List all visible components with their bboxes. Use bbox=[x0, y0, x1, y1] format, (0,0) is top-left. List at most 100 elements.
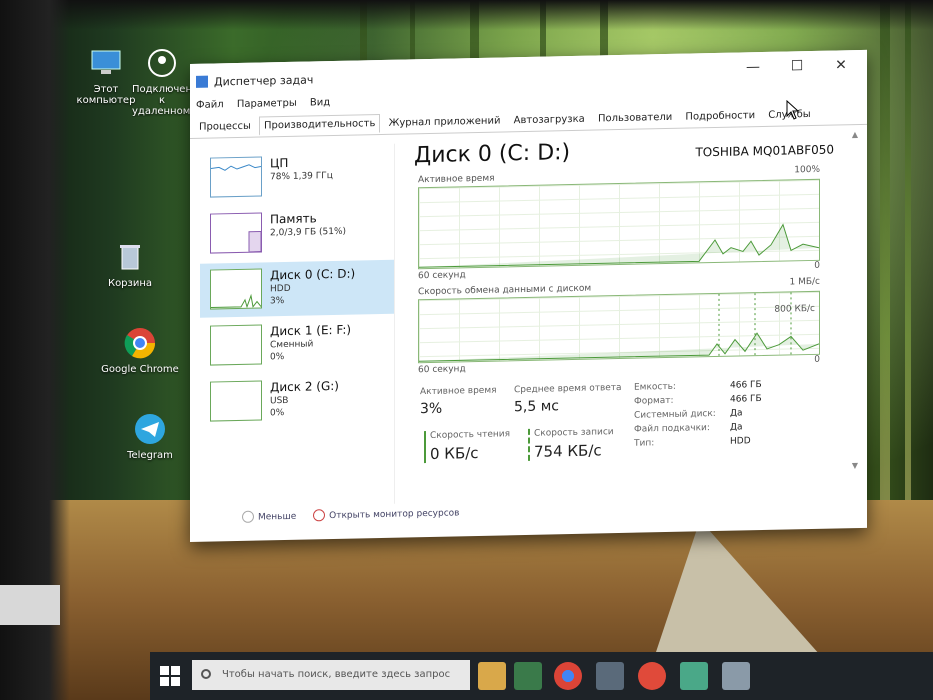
property-key: Тип: bbox=[634, 438, 655, 449]
task-manager-app-icon bbox=[196, 75, 208, 88]
tab-app-history[interactable]: Журнал приложений bbox=[384, 111, 506, 133]
read-speed-label: Скорость чтения bbox=[430, 429, 511, 441]
chrome-taskbar-icon[interactable] bbox=[554, 662, 582, 690]
transfer-rate-graph-max: 1 МБ/с bbox=[789, 276, 820, 288]
app-taskbar-icon[interactable] bbox=[722, 662, 750, 690]
chevron-up-icon[interactable]: ▲ bbox=[851, 130, 859, 139]
disk-model: TOSHIBA MQ01ABF050 bbox=[695, 142, 834, 160]
tab-processes[interactable]: Процессы bbox=[194, 117, 256, 137]
resource-item-disk-1[interactable]: Диск 1 (E: F:) Сменный 0% bbox=[200, 316, 394, 374]
desktop-icon-label: Telegram bbox=[127, 450, 173, 461]
read-speed-value: 0 КБ/с bbox=[430, 443, 479, 463]
active-time-value: 3% bbox=[420, 400, 443, 418]
resource-usage: 78% 1,39 ГГц bbox=[270, 171, 333, 183]
property-value: 466 ГБ bbox=[730, 380, 762, 391]
open-resource-monitor-link[interactable]: Открыть монитор ресурсов bbox=[313, 507, 460, 522]
disk-detail-panel: Диск 0 (C: D:) TOSHIBA MQ01ABF050 Активн… bbox=[414, 135, 834, 504]
property-value: HDD bbox=[730, 436, 751, 447]
property-key: Емкость: bbox=[634, 381, 676, 393]
computer-icon bbox=[89, 46, 123, 80]
search-placeholder: Чтобы начать поиск, введите здесь запрос bbox=[222, 669, 451, 680]
start-button[interactable] bbox=[160, 666, 180, 686]
mail-icon[interactable] bbox=[680, 662, 708, 690]
desktop-icon-label: Подключение к удаленному bbox=[132, 84, 192, 117]
desktop-icon-label: Этот компьютер bbox=[76, 84, 136, 106]
resource-name: Диск 0 (C: D:) bbox=[270, 266, 356, 283]
resource-monitor-icon bbox=[313, 509, 326, 522]
resource-type: HDD bbox=[270, 283, 291, 295]
resource-name: Диск 2 (G:) bbox=[270, 378, 339, 395]
active-time-min: 0 bbox=[814, 260, 820, 271]
resource-item-memory[interactable]: Память 2,0/3,9 ГБ (51%) bbox=[200, 204, 394, 262]
resource-usage: 3% bbox=[270, 296, 285, 307]
desktop-icon-remote[interactable]: Подключение к удаленному bbox=[132, 46, 192, 117]
resource-usage: 0% bbox=[270, 408, 285, 419]
avg-response-value: 5,5 мс bbox=[514, 398, 559, 416]
desktop-icon-telegram[interactable]: Telegram bbox=[110, 412, 190, 461]
active-time-graph-max: 100% bbox=[794, 164, 820, 176]
resource-type: Сменный bbox=[270, 339, 314, 351]
task-manager-window: Диспетчер задач — ☐ ✕ Файл Параметры Вид… bbox=[190, 49, 867, 542]
chevron-up-circle-icon bbox=[242, 510, 254, 523]
memory-thumbnail-graph bbox=[210, 212, 262, 254]
resource-item-cpu[interactable]: ЦП 78% 1,39 ГГц bbox=[200, 148, 394, 206]
property-key: Формат: bbox=[634, 395, 674, 407]
disk-title: Диск 0 (C: D:) bbox=[414, 140, 571, 169]
desktop-icon-label: Корзина bbox=[107, 278, 153, 289]
tab-users[interactable]: Пользователи bbox=[593, 108, 677, 129]
transfer-rate-graph: 800 КБ/с bbox=[418, 290, 820, 364]
store-icon[interactable] bbox=[514, 662, 542, 690]
taskbar: Чтобы начать поиск, введите здесь запрос bbox=[150, 652, 933, 700]
transfer-rate-min: 0 bbox=[814, 354, 820, 365]
resource-name: Память bbox=[270, 211, 317, 227]
disk-0-thumbnail-graph bbox=[210, 268, 262, 310]
minimize-button[interactable]: — bbox=[733, 56, 773, 79]
file-explorer-icon[interactable] bbox=[478, 662, 506, 690]
less-details-label: Меньше bbox=[258, 511, 297, 523]
maximize-button[interactable]: ☐ bbox=[777, 55, 817, 78]
menu-file[interactable]: Файл bbox=[196, 99, 224, 111]
resource-name: Диск 1 (E: F:) bbox=[270, 322, 352, 339]
telegram-icon bbox=[133, 412, 167, 446]
transfer-rate-graph-mid: 800 КБ/с bbox=[774, 303, 815, 315]
property-value: Да bbox=[730, 422, 743, 433]
tab-startup[interactable]: Автозагрузка bbox=[509, 110, 590, 131]
desktop-icon-chrome[interactable]: Google Chrome bbox=[100, 326, 180, 375]
yandex-browser-icon[interactable] bbox=[638, 662, 666, 690]
scrollbar[interactable]: ▲ ▼ bbox=[851, 130, 859, 470]
cpu-thumbnail-graph bbox=[210, 156, 262, 198]
desktop-icon-recycle-bin[interactable]: Корзина bbox=[90, 240, 170, 289]
property-value: 466 ГБ bbox=[730, 394, 762, 405]
open-resource-monitor-label: Открыть монитор ресурсов bbox=[329, 507, 460, 521]
active-time-label: Активное время bbox=[420, 385, 497, 398]
menu-view[interactable]: Вид bbox=[310, 97, 330, 108]
close-button[interactable]: ✕ bbox=[821, 54, 861, 77]
property-value: Да bbox=[730, 408, 743, 419]
windows-logo-icon bbox=[160, 666, 180, 686]
taskbar-search-box[interactable]: Чтобы начать поиск, введите здесь запрос bbox=[192, 660, 470, 690]
chrome-icon bbox=[123, 326, 157, 360]
less-details-button[interactable]: Меньше bbox=[242, 510, 297, 523]
write-speed-value: 754 КБ/с bbox=[534, 441, 602, 461]
resource-name: ЦП bbox=[270, 155, 289, 171]
active-time-graph bbox=[418, 178, 820, 270]
property-key: Файл подкачки: bbox=[634, 423, 710, 435]
mouse-cursor-icon bbox=[786, 99, 800, 124]
resource-usage: 0% bbox=[270, 352, 285, 363]
menu-options[interactable]: Параметры bbox=[237, 98, 297, 110]
active-time-duration: 60 секунд bbox=[418, 270, 466, 282]
resource-item-disk-0[interactable]: Диск 0 (C: D:) HDD 3% bbox=[200, 259, 394, 318]
resource-list: ЦП 78% 1,39 ГГц Память 2,0/3,9 ГБ (51%) … bbox=[200, 143, 395, 508]
property-key: Системный диск: bbox=[634, 408, 716, 421]
resource-usage: 2,0/3,9 ГБ (51%) bbox=[270, 226, 347, 239]
chevron-down-icon[interactable]: ▼ bbox=[851, 461, 859, 470]
resource-item-disk-2[interactable]: Диск 2 (G:) USB 0% bbox=[200, 372, 394, 430]
search-icon bbox=[201, 669, 211, 679]
desktop-icon-label: Google Chrome bbox=[101, 364, 179, 375]
tab-details[interactable]: Подробности bbox=[680, 106, 760, 127]
tab-performance[interactable]: Производительность bbox=[259, 114, 381, 136]
avg-response-label: Среднее время ответа bbox=[514, 382, 622, 396]
task-manager-taskbar-icon[interactable] bbox=[596, 662, 624, 690]
remote-icon bbox=[145, 46, 179, 80]
footer: Меньше Открыть монитор ресурсов bbox=[242, 506, 459, 523]
